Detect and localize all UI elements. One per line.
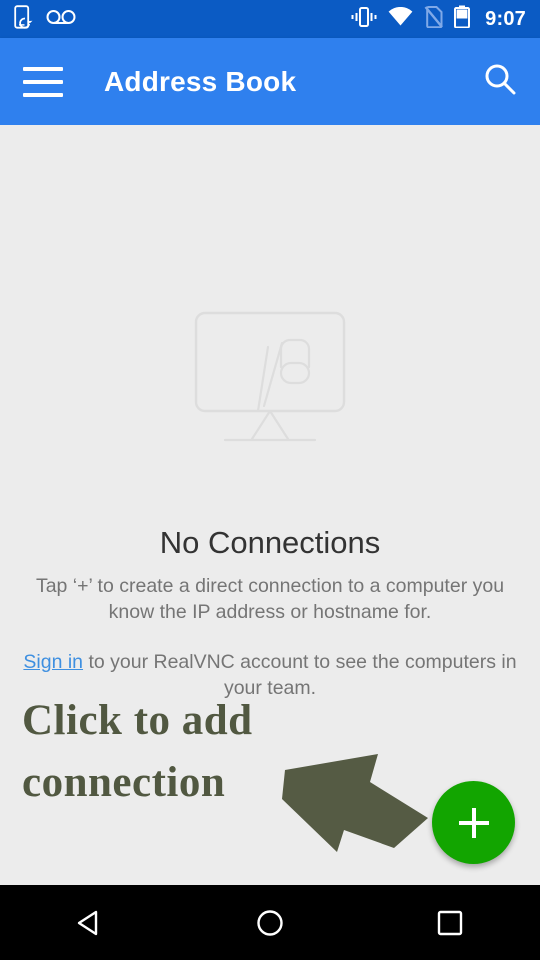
page-title: Address Book <box>104 65 297 97</box>
recents-square-icon[interactable] <box>400 885 500 960</box>
status-bar-clock: 9:07 <box>485 7 526 30</box>
hamburger-line <box>23 92 63 97</box>
annotation-text: Click to add connection <box>22 697 253 807</box>
status-bar: 9:07 <box>0 0 540 38</box>
android-navigation-bar <box>0 885 540 960</box>
search-icon[interactable] <box>482 61 518 102</box>
phone-sync-icon <box>14 4 34 34</box>
plus-icon <box>471 807 476 838</box>
voicemail-icon <box>46 9 76 30</box>
status-bar-left-icons <box>14 4 76 34</box>
app-bar: Address Book <box>0 38 540 125</box>
sign-in-link[interactable]: Sign in <box>23 651 83 673</box>
hamburger-line <box>23 79 63 84</box>
phone-screen: 9:07 Address Book No Connections Tap ‘+’… <box>0 0 540 960</box>
battery-icon <box>454 5 471 33</box>
back-triangle-icon[interactable] <box>40 885 140 960</box>
vnc-monitor-logo <box>0 310 540 445</box>
hamburger-menu-icon[interactable] <box>23 66 63 97</box>
no-sim-icon <box>424 5 444 33</box>
vibrate-icon <box>351 6 377 32</box>
home-circle-icon[interactable] <box>220 885 320 960</box>
empty-state-title: No Connections <box>159 525 381 560</box>
hamburger-line <box>23 66 63 71</box>
status-bar-right-icons: 9:07 <box>351 5 526 33</box>
empty-state-description: Tap ‘+’ to create a direct connection to… <box>35 575 505 624</box>
arrow-pointing-right-down <box>282 752 432 857</box>
add-connection-button[interactable] <box>432 781 515 864</box>
wifi-icon <box>388 6 413 31</box>
